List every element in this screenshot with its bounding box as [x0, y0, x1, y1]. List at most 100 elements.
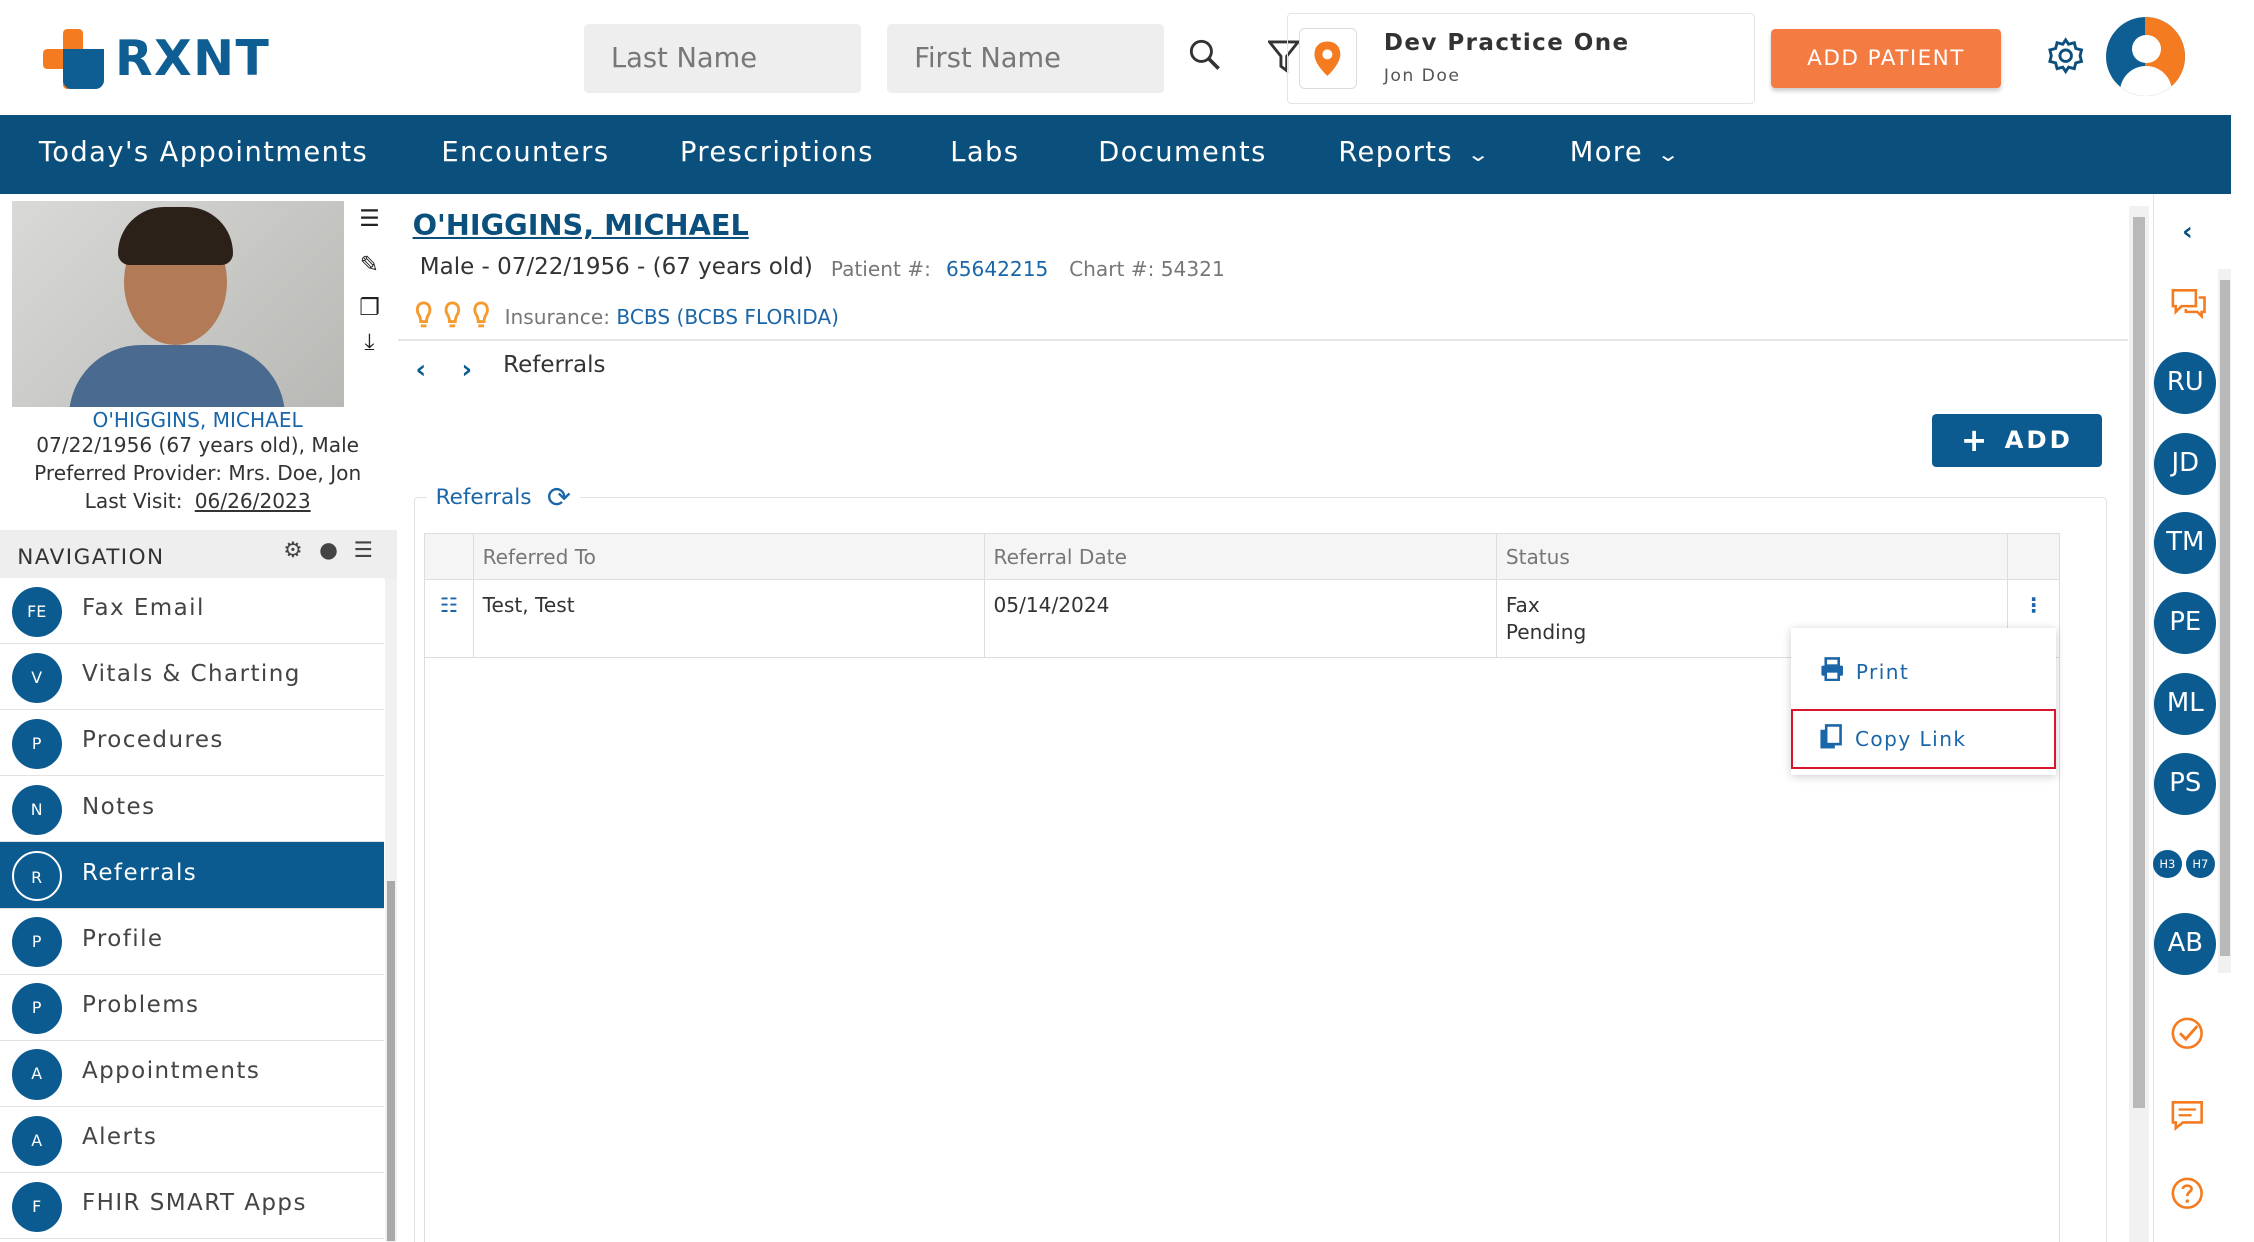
patient-title[interactable]: O'HIGGINS, MICHAEL: [413, 208, 749, 242]
settings-icon[interactable]: ⚙: [283, 538, 302, 563]
copy-icon[interactable]: ❐: [352, 295, 387, 330]
navigation-title: NAVIGATION: [17, 544, 165, 570]
user-bubble-ml[interactable]: ML: [2154, 672, 2217, 735]
nav-row-vitals[interactable]: V Vitals & Charting: [0, 644, 384, 711]
nav-row-procedures[interactable]: P Procedures: [0, 710, 384, 777]
user-bubble-tm[interactable]: TM: [2154, 511, 2217, 574]
nav-abbr-badge: R: [11, 851, 62, 902]
user-mini-h3[interactable]: H3: [2152, 849, 2182, 879]
nav-row-appointments[interactable]: A Appointments: [0, 1040, 384, 1107]
nav-row-label: Problems: [81, 991, 200, 1018]
chevron-down-icon: ⌄: [1656, 141, 1683, 166]
plus-icon: +: [1960, 422, 1991, 459]
nav-row-alerts[interactable]: A Alerts: [0, 1106, 384, 1173]
last-visit-label: Last Visit:: [84, 488, 183, 513]
download-icon[interactable]: ⤓: [352, 329, 387, 364]
copy-link-menu-item[interactable]: Copy Link: [1791, 708, 2056, 770]
patient-number[interactable]: 65642215: [946, 257, 1048, 281]
navigation-header: NAVIGATION ⚙ ● ☰: [0, 530, 397, 580]
edit-icon[interactable]: ✎: [352, 252, 387, 287]
nav-row-profile[interactable]: P Profile: [0, 908, 384, 975]
nav-prescriptions[interactable]: Prescriptions: [680, 137, 874, 168]
forward-chevron-icon[interactable]: ›: [461, 355, 472, 385]
nav-more-label: More: [1569, 136, 1644, 168]
nav-abbr-badge: N: [11, 784, 62, 836]
row-actions-menu: Print Copy Link: [1791, 628, 2056, 775]
nav-documents[interactable]: Documents: [1098, 137, 1267, 168]
nav-reports[interactable]: Reports ⌄: [1338, 136, 1490, 168]
referred-to-cell: Test, Test: [472, 579, 985, 659]
list-icon[interactable]: ☰: [354, 538, 373, 563]
nav-abbr-badge: A: [11, 1115, 62, 1166]
logo-text: RXNT: [115, 30, 271, 88]
breadcrumb: Referrals: [503, 352, 606, 379]
last-name-input[interactable]: [583, 24, 862, 94]
nav-row-label: Notes: [81, 793, 156, 820]
nav-row-label: Alerts: [81, 1124, 158, 1151]
check-circle-icon[interactable]: [2170, 1016, 2205, 1051]
message-icon[interactable]: [2170, 1098, 2205, 1133]
patient-demographics: Male - 07/22/1956 - (67 years old): [419, 254, 813, 281]
nav-abbr-badge: FE: [11, 586, 62, 637]
nav-row-label: Vitals & Charting: [81, 661, 301, 688]
nav-abbr-badge: P: [11, 917, 62, 968]
user-bubble-ps[interactable]: PS: [2154, 753, 2217, 816]
add-patient-button[interactable]: ADD PATIENT: [1771, 28, 2001, 88]
nav-labs[interactable]: Labs: [950, 137, 1019, 168]
nav-more[interactable]: More ⌄: [1569, 136, 1681, 168]
gear-icon[interactable]: [2047, 37, 2084, 80]
logo-mark-icon: [43, 28, 104, 90]
nav-reports-label: Reports: [1338, 136, 1454, 168]
add-referral-button[interactable]: + ADD: [1932, 414, 2102, 468]
patient-name-link[interactable]: O'HIGGINS, MICHAEL: [0, 408, 395, 432]
patient-number-label: Patient #:: [830, 257, 931, 282]
table-header[interactable]: Status: [1496, 533, 2009, 581]
rail-scrollbar-thumb[interactable]: [2219, 280, 2230, 956]
user-avatar[interactable]: [2105, 17, 2185, 97]
nav-row-fax-email[interactable]: FE Fax Email: [0, 577, 384, 644]
nav-scrollbar-thumb[interactable]: [386, 881, 396, 1241]
nav-row-notes[interactable]: N Notes: [0, 776, 384, 843]
refresh-icon[interactable]: ⟳: [547, 480, 571, 514]
print-label: Print: [1855, 659, 1910, 684]
last-visit-date[interactable]: 06/26/2023: [195, 489, 311, 513]
practice-selector[interactable]: Dev Practice One Jon Doe: [1286, 12, 1756, 104]
list-icon[interactable]: ☰: [352, 206, 387, 241]
table-header[interactable]: Referred To: [472, 533, 985, 581]
user-bubble-ab[interactable]: AB: [2154, 912, 2217, 975]
person-icon[interactable]: ●: [319, 538, 338, 563]
nav-row-referrals[interactable]: R Referrals: [0, 842, 384, 909]
insurance-value[interactable]: BCBS (BCBS FLORIDA): [616, 305, 839, 329]
back-chevron-icon[interactable]: ‹: [415, 355, 426, 385]
help-icon[interactable]: [2170, 1176, 2205, 1211]
nav-row-label: Fax Email: [81, 595, 205, 622]
nav-abbr-badge: V: [11, 652, 62, 703]
nav-abbr-badge: P: [11, 983, 62, 1034]
nav-encounters[interactable]: Encounters: [441, 137, 609, 168]
chat-bubbles-icon[interactable]: [2170, 286, 2206, 321]
search-icon[interactable]: [1187, 37, 1222, 78]
user-bubble-pe[interactable]: PE: [2154, 592, 2217, 655]
rxnt-logo[interactable]: RXNT: [43, 28, 271, 90]
first-name-input[interactable]: [886, 24, 1165, 94]
user-bubble-ru[interactable]: RU: [2154, 352, 2217, 414]
table-header-row: Referred To Referral Date Status: [424, 533, 2060, 581]
details-list-icon[interactable]: ☷: [424, 579, 474, 659]
main-scrollbar-thumb[interactable]: [2133, 217, 2145, 1109]
print-menu-item[interactable]: Print: [1791, 641, 2056, 701]
user-bubble-jd[interactable]: JD: [2154, 432, 2217, 495]
nav-abbr-badge: A: [11, 1049, 62, 1100]
nav-scrollbar[interactable]: [385, 579, 397, 1242]
nav-row-fhir-smart-apps[interactable]: F FHIR SMART Apps: [0, 1173, 384, 1240]
main-scrollbar[interactable]: [2128, 205, 2150, 1242]
nav-row-problems[interactable]: P Problems: [0, 974, 384, 1041]
nav-todays-appointments[interactable]: Today's Appointments: [39, 137, 368, 168]
user-mini-h7[interactable]: H7: [2186, 849, 2215, 879]
patient-last-visit: Last Visit: 06/26/2023: [0, 489, 395, 513]
alert-bulbs-icon[interactable]: [415, 300, 496, 339]
table-header[interactable]: Referral Date: [983, 533, 1498, 581]
patient-dob: 07/22/1956 (67 years old), Male: [36, 432, 360, 457]
nav-abbr-badge: F: [11, 1181, 62, 1232]
rail-scrollbar[interactable]: [2218, 268, 2231, 974]
collapse-chevron-icon[interactable]: ‹: [2170, 217, 2205, 252]
